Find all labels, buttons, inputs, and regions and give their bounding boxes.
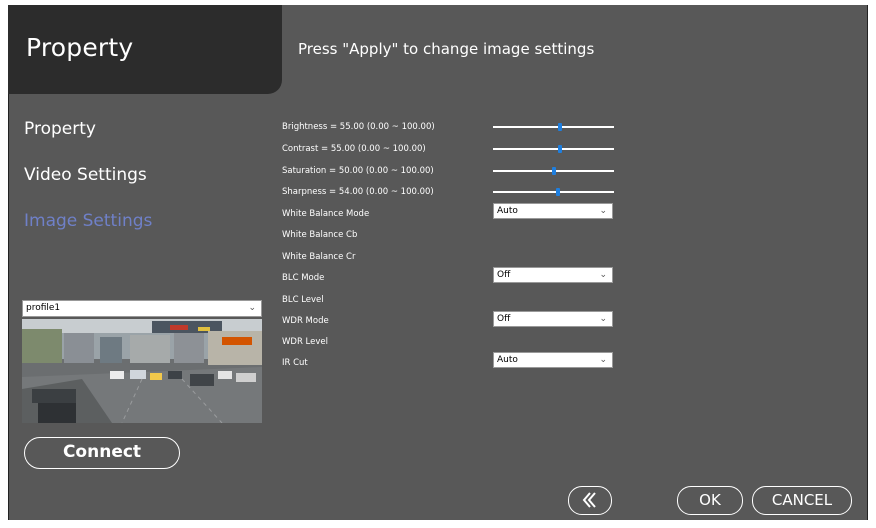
sidebar-item-property[interactable]: Property [24, 119, 96, 139]
wdr-mode-label: WDR Mode [282, 316, 329, 326]
back-button[interactable] [568, 486, 612, 515]
sharpness-slider-track [493, 191, 614, 193]
wdr-mode-select[interactable]: Off ⌄ [493, 311, 613, 327]
brightness-label: Brightness = 55.00 (0.00 ~ 100.00) [282, 122, 435, 132]
ir-cut-select[interactable]: Auto ⌄ [493, 352, 613, 368]
wdr-level-label: WDR Level [282, 337, 328, 347]
cancel-button[interactable]: CANCEL [752, 486, 852, 515]
ir-cut-label: IR Cut [282, 358, 308, 368]
brightness-slider[interactable] [493, 122, 614, 132]
white-balance-mode-select[interactable]: Auto ⌄ [493, 203, 613, 219]
sharpness-label: Sharpness = 54.00 (0.00 ~ 100.00) [282, 187, 434, 197]
contrast-slider[interactable] [493, 144, 614, 154]
wdr-mode-value: Off [497, 314, 511, 324]
blc-mode-label: BLC Mode [282, 273, 325, 283]
white-balance-cb-label: White Balance Cb [282, 230, 358, 240]
white-balance-mode-label: White Balance Mode [282, 209, 370, 219]
profile-select[interactable]: profile1 ⌄ [22, 300, 262, 317]
brightness-slider-track [493, 126, 614, 128]
saturation-label: Saturation = 50.00 (0.00 ~ 100.00) [282, 166, 434, 176]
double-chevron-left-icon [582, 492, 596, 508]
blc-mode-select[interactable]: Off ⌄ [493, 267, 613, 283]
page-title: Property [26, 33, 134, 62]
sharpness-slider[interactable] [493, 187, 614, 197]
contrast-slider-track [493, 148, 614, 150]
chevron-down-icon: ⌄ [599, 270, 607, 280]
ok-button[interactable]: OK [677, 486, 743, 515]
sidebar-item-video-settings[interactable]: Video Settings [24, 165, 147, 185]
blc-level-label: BLC Level [282, 295, 324, 305]
instruction-message: Press "Apply" to change image settings [298, 40, 595, 58]
brightness-slider-thumb[interactable] [557, 123, 562, 131]
chevron-down-icon: ⌄ [599, 314, 607, 324]
camera-preview-image [22, 319, 262, 423]
saturation-slider-thumb[interactable] [551, 167, 556, 175]
contrast-label: Contrast = 55.00 (0.00 ~ 100.00) [282, 144, 426, 154]
profile-select-value: profile1 [26, 303, 61, 313]
white-balance-cr-label: White Balance Cr [282, 252, 356, 262]
chevron-down-icon: ⌄ [248, 303, 256, 313]
chevron-down-icon: ⌄ [599, 355, 607, 365]
connect-button[interactable]: Connect [24, 437, 180, 469]
white-balance-mode-value: Auto [497, 206, 518, 216]
saturation-slider[interactable] [493, 166, 614, 176]
camera-preview [22, 319, 262, 423]
ir-cut-value: Auto [497, 355, 518, 365]
contrast-slider-thumb[interactable] [557, 145, 562, 153]
sharpness-slider-thumb[interactable] [556, 188, 561, 196]
sidebar-item-image-settings[interactable]: Image Settings [24, 211, 152, 231]
blc-mode-value: Off [497, 270, 511, 280]
chevron-down-icon: ⌄ [599, 206, 607, 216]
